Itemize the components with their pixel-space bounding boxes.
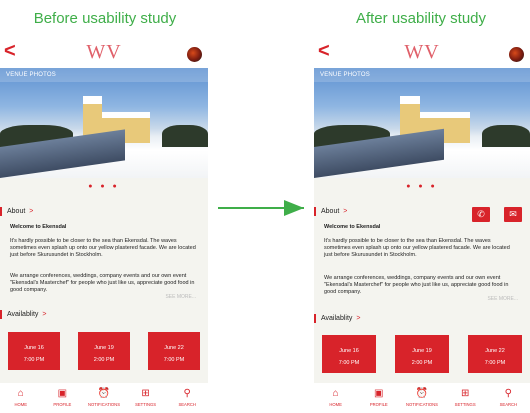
call-button[interactable]: ✆ <box>472 207 490 222</box>
about-chevron-icon: > <box>29 208 34 215</box>
slot-date: June 16 <box>339 348 359 354</box>
bottom-tab-bar: ⌂ HOME ▣ PROFILE ⏰ NOTIFICATIONS ⊞ SETTINGS … <box>0 383 208 413</box>
phone-before: < WV VENUE PHOTOS ● ● ● About > Welcome t… <box>0 38 208 413</box>
search-icon: ⚲ <box>183 388 191 399</box>
availability-slot[interactable]: June 19 2:00 PM <box>78 332 130 370</box>
profile-icon: ▣ <box>57 388 68 399</box>
see-more-link[interactable]: SEE MORE... <box>165 294 196 300</box>
notifications-icon: ⏰ <box>415 388 429 399</box>
search-icon: ⚲ <box>504 388 512 399</box>
arrow-right-icon <box>284 200 304 216</box>
availability-chevron-icon: > <box>356 315 361 322</box>
tab-label: NOTIFICATIONS <box>87 402 120 407</box>
avatar[interactable] <box>187 47 202 62</box>
availability-label: Availablity <box>7 311 39 318</box>
home-icon: ⌂ <box>17 388 24 399</box>
about-title[interactable]: About > <box>314 207 347 216</box>
about-heading: Welcome to Ekensdal <box>324 224 381 230</box>
settings-icon: ⊞ <box>141 388 150 399</box>
tab-label: HOME <box>14 402 28 407</box>
home-icon: ⌂ <box>332 388 339 399</box>
tab-label: SEARCH <box>499 402 518 407</box>
tab-notifications[interactable]: ⏰ NOTIFICATIONS <box>402 383 442 413</box>
slot-time: 2:00 PM <box>411 360 433 366</box>
top-bar: < WV <box>314 38 530 68</box>
tab-settings[interactable]: ⊞ SETTINGS <box>126 383 166 413</box>
tab-label: PROFILE <box>369 402 388 407</box>
tab-settings[interactable]: ⊞ SETTINGS <box>445 383 485 413</box>
trees-shape-right <box>162 125 208 148</box>
phone-after: < WV VENUE PHOTOS ● ● ● About > ✆ ✉ Welco… <box>314 38 530 413</box>
about-paragraph-2: We arrange conferences, weddings, compan… <box>10 273 195 293</box>
profile-icon: ▣ <box>374 388 384 399</box>
see-more-link[interactable]: SEE MORE... <box>487 296 518 302</box>
slot-date: June 22 <box>485 348 505 354</box>
availability-title[interactable]: Availablity > <box>314 314 360 323</box>
tab-notifications[interactable]: ⏰ NOTIFICATIONS <box>84 383 124 413</box>
settings-icon: ⊞ <box>460 388 470 399</box>
message-button[interactable]: ✉ <box>504 207 522 222</box>
slot-time: 7:00 PM <box>484 360 506 366</box>
tab-search[interactable]: ⚲ SEARCH <box>167 383 207 413</box>
carousel-dots[interactable]: ● ● ● <box>314 183 530 190</box>
notifications-icon: ⏰ <box>97 388 111 399</box>
slot-time: 7:00 PM <box>23 357 45 363</box>
availability-slot[interactable]: June 19 2:00 PM <box>395 335 449 373</box>
slot-date: June 16 <box>24 345 44 351</box>
about-label: About <box>7 208 26 215</box>
about-paragraph-2: We arrange conferences, weddings, compan… <box>324 275 509 295</box>
tab-label: NOTIFICATIONS <box>405 402 438 407</box>
availability-cards: June 16 7:00 PM June 19 2:00 PM June 22 … <box>314 335 530 373</box>
availability-label: Availablity <box>321 315 353 322</box>
availability-title[interactable]: Availablity > <box>0 310 46 319</box>
app-logo: WV <box>86 41 122 63</box>
top-bar: < WV <box>0 38 208 68</box>
app-logo: WV <box>404 41 440 63</box>
tab-home[interactable]: ⌂ HOME <box>316 383 356 413</box>
slot-date: June 22 <box>164 345 184 351</box>
trees-shape-right <box>482 125 530 148</box>
carousel-dots[interactable]: ● ● ● <box>0 183 208 190</box>
venue-photos-label: VENUE PHOTOS <box>6 72 56 78</box>
availability-cards: June 16 7:00 PM June 19 2:00 PM June 22 … <box>0 332 208 370</box>
tab-profile[interactable]: ▣ PROFILE <box>42 383 82 413</box>
slot-date: June 19 <box>94 345 114 351</box>
availability-slot[interactable]: June 22 7:00 PM <box>468 335 522 373</box>
availability-chevron-icon: > <box>42 311 47 318</box>
availability-slot[interactable]: June 16 7:00 PM <box>8 332 60 370</box>
tab-label: SETTINGS <box>454 402 476 407</box>
about-paragraph-1: It's hardly possible to be closer to the… <box>10 238 196 258</box>
slot-date: June 19 <box>412 348 432 354</box>
about-title[interactable]: About > <box>0 207 33 216</box>
venue-photos-label: VENUE PHOTOS <box>320 72 370 78</box>
avatar[interactable] <box>509 47 524 62</box>
phone-icon: ✆ <box>477 209 485 219</box>
availability-slot[interactable]: June 16 7:00 PM <box>322 335 376 373</box>
slot-time: 7:00 PM <box>163 357 185 363</box>
tab-search[interactable]: ⚲ SEARCH <box>488 383 528 413</box>
tab-label: SEARCH <box>178 402 196 407</box>
message-icon: ✉ <box>509 209 517 219</box>
slot-time: 7:00 PM <box>338 360 360 366</box>
venue-photo[interactable]: VENUE PHOTOS <box>0 68 208 178</box>
tab-label: SETTINGS <box>135 402 157 407</box>
tab-label: HOME <box>329 402 342 407</box>
tab-home[interactable]: ⌂ HOME <box>1 383 41 413</box>
about-heading: Welcome to Ekensdal <box>10 224 67 230</box>
tab-label: PROFILE <box>53 402 72 407</box>
tab-profile[interactable]: ▣ PROFILE <box>359 383 399 413</box>
availability-slot[interactable]: June 22 7:00 PM <box>148 332 200 370</box>
before-caption: Before usability study <box>33 10 177 27</box>
after-caption: After usability study <box>355 10 487 27</box>
venue-photo[interactable]: VENUE PHOTOS <box>314 68 530 178</box>
slot-time: 2:00 PM <box>93 357 115 363</box>
about-label: About <box>321 208 340 215</box>
about-chevron-icon: > <box>343 208 348 215</box>
about-paragraph-1: It's hardly possible to be closer to the… <box>324 238 510 258</box>
bottom-tab-bar: ⌂ HOME ▣ PROFILE ⏰ NOTIFICATIONS ⊞ SETTINGS … <box>314 383 530 413</box>
